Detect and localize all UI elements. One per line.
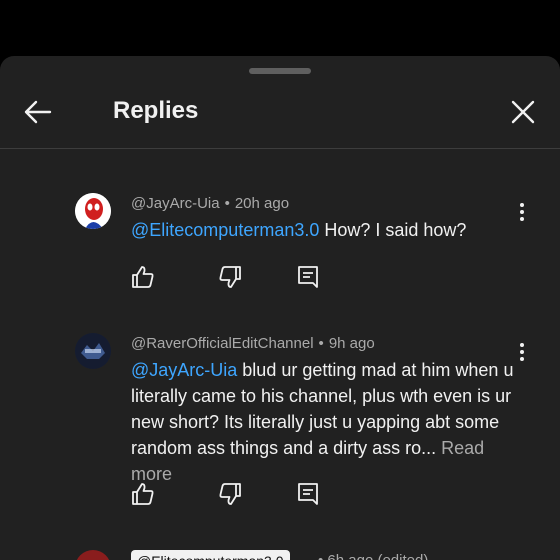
comment-reply-icon (298, 266, 318, 288)
close-button[interactable] (505, 94, 541, 130)
mention-link[interactable]: @JayArc-Uia (131, 360, 237, 380)
like-button[interactable] (130, 264, 156, 290)
dislike-button[interactable] (217, 264, 243, 290)
comment-text: @Elitecomputerman3.0 How? I said how? (131, 217, 521, 243)
header-divider (0, 148, 560, 149)
reply-button[interactable] (295, 264, 321, 290)
thumbs-down-icon (219, 266, 241, 288)
like-button[interactable] (130, 481, 156, 507)
mention-link[interactable]: @Elitecomputerman3.0 (131, 220, 319, 240)
comment-meta: • 6h ago (edited) (318, 552, 428, 560)
more-vert-icon (520, 203, 524, 221)
channel-avatar-icon (75, 333, 111, 369)
thumbs-up-icon (132, 266, 154, 288)
more-options-button[interactable] (510, 200, 534, 224)
comment-author[interactable]: @JayArc-Uia (131, 195, 220, 212)
more-options-button[interactable] (510, 340, 534, 364)
dislike-button[interactable] (217, 481, 243, 507)
arrow-left-icon (24, 100, 52, 124)
comment-author[interactable]: @RaverOfficialEditChannel (131, 335, 314, 352)
comment-meta: @RaverOfficialEditChannel • 9h ago (131, 335, 375, 352)
comment-body-text: How? I said how? (319, 220, 467, 240)
replies-header: Replies (0, 80, 560, 148)
reply-button[interactable] (295, 481, 321, 507)
more-vert-icon (520, 343, 524, 361)
comment-time: 9h ago (328, 335, 375, 352)
spiderman-avatar-icon (75, 193, 111, 229)
page-title: Replies (113, 97, 199, 124)
back-button[interactable] (20, 94, 56, 130)
comment-text: @JayArc-Uia blud ur getting mad at him w… (131, 357, 521, 487)
replies-sheet: Replies @JayArc-Uia • 20h ago @Elitecomput… (0, 56, 560, 560)
creator-author-badge[interactable]: @Elitecomputerman3.0 (131, 550, 290, 560)
comment-reply-icon (298, 483, 318, 505)
comment-time: 20h ago (234, 195, 290, 212)
avatar[interactable] (75, 333, 111, 369)
comment-meta: @JayArc-Uia • 20h ago (131, 195, 290, 212)
thumbs-down-icon (219, 483, 241, 505)
thumbs-up-icon (132, 483, 154, 505)
close-icon (511, 100, 535, 124)
drag-handle[interactable] (249, 68, 311, 74)
avatar[interactable] (75, 193, 111, 229)
avatar[interactable] (75, 550, 111, 560)
